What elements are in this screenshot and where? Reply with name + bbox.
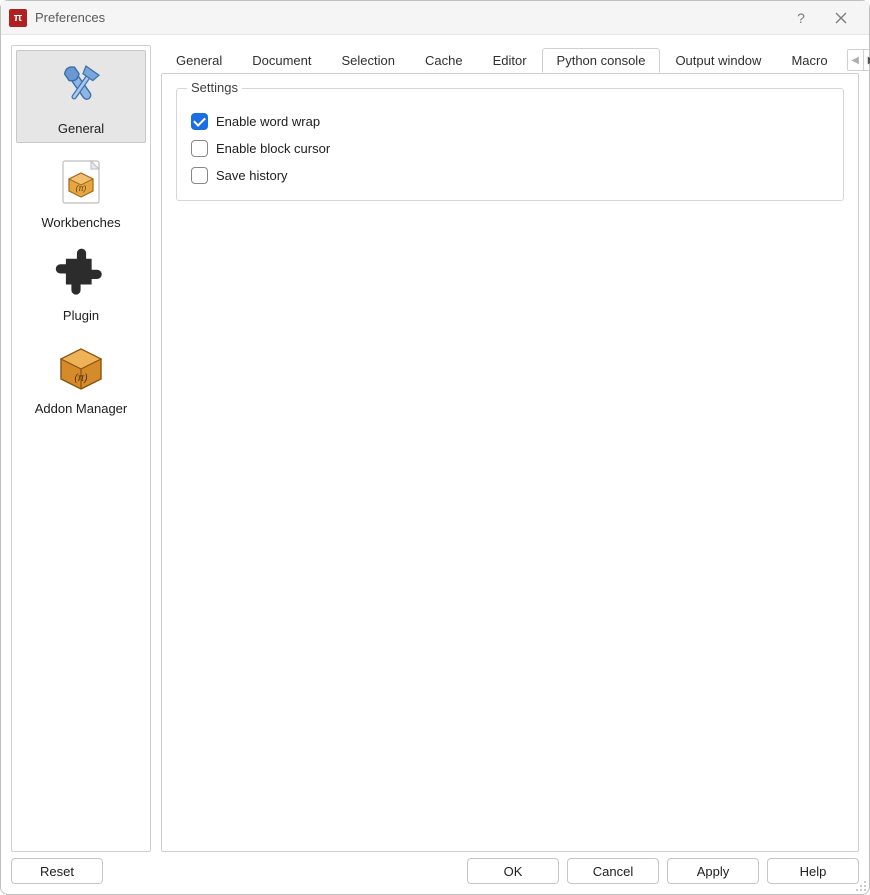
sidebar-item-label: Workbenches — [41, 215, 120, 230]
tab-macro[interactable]: Macro — [776, 48, 842, 72]
tab-panel: Settings Enable word wrap Enable block c… — [161, 73, 859, 852]
plugin-icon — [49, 244, 113, 304]
tab-document[interactable]: Document — [237, 48, 326, 72]
footer: Reset OK Cancel Apply Help — [1, 852, 869, 894]
sidebar-item-label: Plugin — [63, 308, 99, 323]
checkbox-row-block-cursor[interactable]: Enable block cursor — [191, 140, 829, 157]
settings-groupbox: Settings Enable word wrap Enable block c… — [176, 88, 844, 201]
checkbox-icon — [191, 140, 208, 157]
sidebar-item-general[interactable]: General — [16, 50, 146, 143]
sidebar-item-workbenches[interactable]: (π) Workbenches — [16, 145, 146, 236]
tab-python-console[interactable]: Python console — [542, 48, 661, 73]
sidebar-item-addon-manager[interactable]: (π) Addon Manager — [16, 331, 146, 422]
tab-editor[interactable]: Editor — [478, 48, 542, 72]
tab-output-window[interactable]: Output window — [660, 48, 776, 72]
main-area: General (π) Workbenches — [1, 35, 869, 852]
window-title: Preferences — [35, 10, 781, 25]
addon-icon: (π) — [49, 337, 113, 397]
app-icon: π — [9, 9, 27, 27]
checkbox-label: Enable block cursor — [216, 141, 330, 156]
groupbox-legend: Settings — [187, 80, 242, 95]
tab-general[interactable]: General — [161, 48, 237, 72]
help-titlebar-button[interactable]: ? — [781, 3, 821, 33]
apply-button[interactable]: Apply — [667, 858, 759, 884]
titlebar: π Preferences ? — [1, 1, 869, 35]
svg-text:(π): (π) — [76, 184, 87, 193]
ok-button[interactable]: OK — [467, 858, 559, 884]
checkbox-icon — [191, 113, 208, 130]
svg-text:(π): (π) — [74, 373, 87, 384]
cancel-button[interactable]: Cancel — [567, 858, 659, 884]
close-titlebar-button[interactable] — [821, 3, 861, 33]
resize-grip-icon[interactable] — [855, 880, 867, 892]
category-sidebar: General (π) Workbenches — [11, 45, 151, 852]
tab-selection[interactable]: Selection — [327, 48, 410, 72]
checkbox-icon — [191, 167, 208, 184]
reset-button[interactable]: Reset — [11, 858, 103, 884]
tabstrip: General Document Selection Cache Editor … — [161, 45, 859, 73]
sidebar-item-label: General — [58, 121, 104, 136]
checkbox-label: Save history — [216, 168, 288, 183]
help-button[interactable]: Help — [767, 858, 859, 884]
workbench-icon: (π) — [49, 151, 113, 211]
checkbox-label: Enable word wrap — [216, 114, 320, 129]
tab-scroll: ◀ ▶ — [847, 49, 870, 71]
tools-icon — [49, 57, 113, 117]
checkbox-row-save-history[interactable]: Save history — [191, 167, 829, 184]
sidebar-item-plugin[interactable]: Plugin — [16, 238, 146, 329]
tab-scroll-left[interactable]: ◀ — [848, 50, 864, 70]
content-area: General Document Selection Cache Editor … — [161, 45, 859, 852]
close-icon — [835, 12, 847, 24]
sidebar-item-label: Addon Manager — [35, 401, 128, 416]
checkbox-row-word-wrap[interactable]: Enable word wrap — [191, 113, 829, 130]
tab-cache[interactable]: Cache — [410, 48, 478, 72]
tab-scroll-right[interactable]: ▶ — [864, 50, 870, 70]
